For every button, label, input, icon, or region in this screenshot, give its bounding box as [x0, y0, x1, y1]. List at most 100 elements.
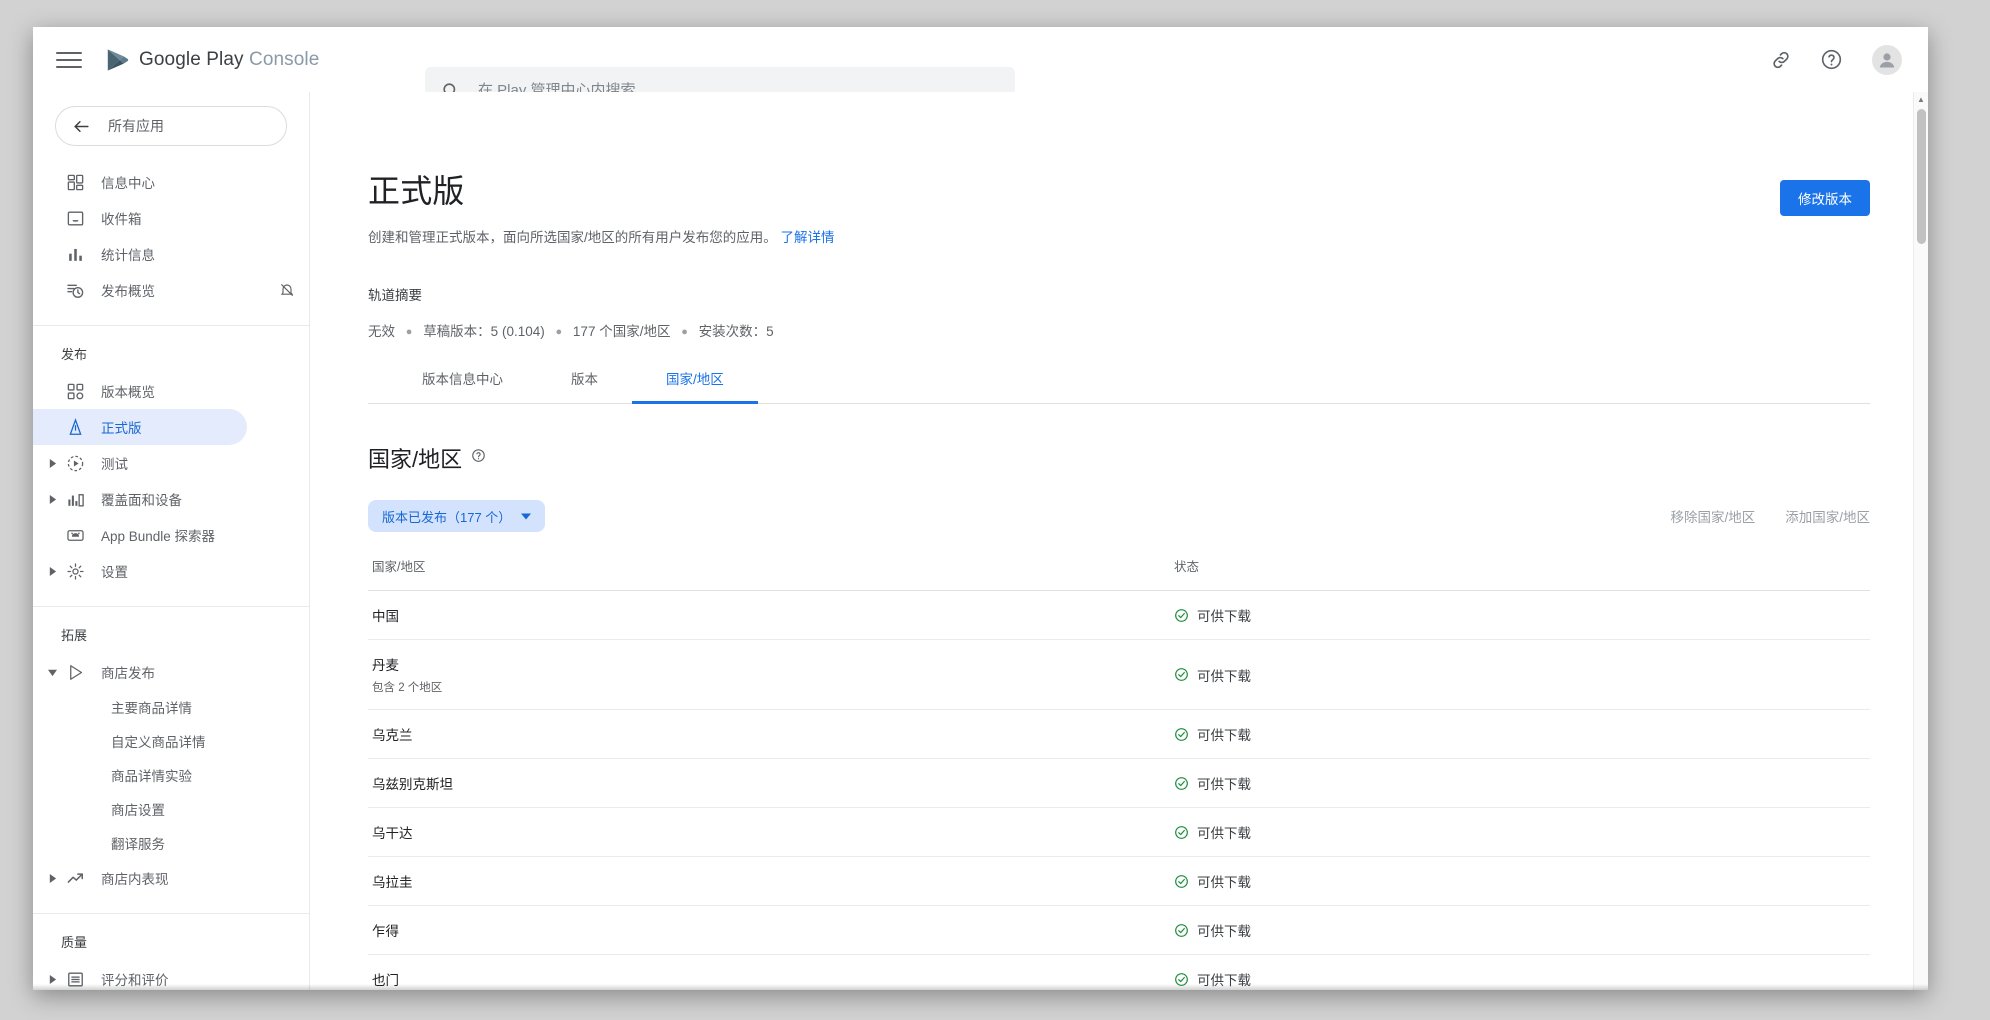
- scroll-up-arrow[interactable]: ▲: [1914, 92, 1928, 107]
- release-overview-icon: [61, 382, 89, 401]
- help-circle-icon[interactable]: [1818, 47, 1844, 73]
- sidebar-item-label: 收件箱: [101, 212, 142, 227]
- edit-release-button[interactable]: 修改版本: [1780, 180, 1870, 216]
- bottom-shadow: [33, 984, 1928, 990]
- table-row[interactable]: 乌拉圭 可供下载: [368, 856, 1870, 906]
- cell-status: 可供下载: [1170, 590, 1870, 640]
- tab-releases[interactable]: 版本: [537, 368, 632, 403]
- table-row[interactable]: 乍得 可供下载: [368, 905, 1870, 955]
- track-summary-status: 无效: [368, 324, 395, 339]
- table-row[interactable]: 乌克兰 可供下载: [368, 709, 1870, 759]
- sidebar-item-store-settings[interactable]: 商店设置: [33, 792, 309, 826]
- table-row[interactable]: 丹麦 包含 2 个地区 可供下载: [368, 639, 1870, 710]
- cell-status: 可供下载: [1170, 856, 1870, 906]
- sidebar-item-store-listing-experiments[interactable]: 商品详情实验: [33, 758, 309, 792]
- account-avatar-icon[interactable]: [1872, 44, 1902, 75]
- publishing-overview-icon: [61, 281, 89, 300]
- nav-group-main: 信息中心 收件箱 统计信息 发布概览: [33, 164, 309, 317]
- sidebar-item-label: 自定义商品详情: [111, 735, 206, 750]
- sidebar-item-store-presence[interactable]: 商店发布: [33, 654, 309, 690]
- sidebar-navigation: 所有应用 信息中心 收件箱 统计信息 发布概览 发布 版本概览 正式版 测试 覆…: [33, 92, 310, 990]
- arrow-left-icon: [74, 120, 89, 132]
- sidebar-item-store-performance[interactable]: 商店内表现: [33, 860, 309, 896]
- sidebar-item-main-store-listing[interactable]: 主要商品详情: [33, 690, 309, 724]
- status-text: 可供下载: [1197, 609, 1251, 624]
- inbox-icon: [61, 209, 89, 228]
- remove-countries-link[interactable]: 移除国家/地区: [1670, 506, 1755, 526]
- column-header-country: 国家/地区: [368, 556, 1170, 591]
- help-circle-icon[interactable]: [471, 448, 486, 468]
- status-text: 可供下载: [1197, 728, 1251, 743]
- country-name: 乌克兰: [372, 728, 413, 743]
- sidebar-item-label: 商店内表现: [101, 872, 169, 887]
- chevron-right-icon[interactable]: [43, 566, 61, 576]
- check-circle-icon: [1175, 727, 1188, 741]
- store-presence-icon: [61, 663, 89, 682]
- browser-window: Google Play Console 在 Play 管理中心内搜索 所有应用 …: [33, 27, 1928, 990]
- section-header: 国家/地区: [368, 442, 1870, 474]
- google-play-icon: [107, 48, 129, 71]
- sidebar-item-publishing-overview[interactable]: 发布概览: [33, 272, 309, 308]
- brand-text: Google Play Console: [139, 49, 319, 71]
- sidebar-item-production[interactable]: 正式版: [33, 409, 247, 445]
- check-circle-icon: [1175, 668, 1188, 681]
- chevron-right-icon[interactable]: [43, 873, 61, 883]
- link-icon[interactable]: [1768, 47, 1794, 73]
- sidebar-item-label: 设置: [101, 565, 128, 580]
- sidebar-item-testing[interactable]: 测试: [33, 445, 309, 481]
- release-published-filter-chip[interactable]: 版本已发布（177 个）: [368, 500, 546, 532]
- sidebar-item-label: App Bundle 探索器: [101, 529, 216, 544]
- track-summary-installs: 安装次数：5: [698, 324, 774, 339]
- table-row[interactable]: 乌干达 可供下载: [368, 807, 1870, 857]
- sidebar-item-app-bundle-explorer[interactable]: App Bundle 探索器: [33, 517, 309, 553]
- cell-status: 可供下载: [1170, 758, 1870, 808]
- track-summary-countries: 177 个国家/地区: [572, 324, 671, 339]
- nav-heading-quality: 质量: [61, 935, 88, 950]
- tab-release-dashboard[interactable]: 版本信息中心: [388, 368, 537, 403]
- reach-devices-icon: [61, 490, 89, 509]
- trending-up-icon: [61, 869, 89, 888]
- add-countries-link[interactable]: 添加国家/地区: [1785, 506, 1870, 526]
- table-header-row: 国家/地区 状态: [368, 556, 1870, 591]
- all-apps-button[interactable]: 所有应用: [55, 106, 287, 146]
- window-body: 所有应用 信息中心 收件箱 统计信息 发布概览 发布 版本概览 正式版 测试 覆…: [33, 92, 1928, 990]
- cell-status: 可供下载: [1170, 905, 1870, 955]
- top-bar-actions: [1768, 27, 1902, 92]
- check-circle-icon: [1175, 923, 1188, 937]
- notifications-off-icon[interactable]: [279, 282, 295, 298]
- hamburger-icon[interactable]: [56, 47, 82, 73]
- sidebar-item-settings[interactable]: 设置: [33, 553, 309, 589]
- sidebar-item-dashboard[interactable]: 信息中心: [33, 164, 309, 200]
- separator-dot: ●: [555, 326, 563, 338]
- sidebar-item-label: 版本概览: [101, 385, 155, 400]
- sidebar-item-label: 商店发布: [101, 666, 155, 681]
- chevron-right-icon[interactable]: [43, 458, 61, 468]
- chevron-right-icon[interactable]: [43, 974, 61, 984]
- chevron-right-icon[interactable]: [43, 494, 61, 504]
- sidebar-item-reach-and-devices[interactable]: 覆盖面和设备: [33, 481, 309, 517]
- learn-more-link[interactable]: 了解详情: [781, 230, 835, 245]
- scrollbar-thumb[interactable]: [1917, 109, 1926, 244]
- sidebar-item-statistics[interactable]: 统计信息: [33, 236, 309, 272]
- status-badge: 可供下载: [1174, 822, 1870, 842]
- chevron-down-icon[interactable]: [43, 668, 61, 677]
- brand-logo[interactable]: Google Play Console: [104, 47, 319, 73]
- sidebar-item-custom-store-listings[interactable]: 自定义商品详情: [33, 724, 309, 758]
- sidebar-item-release-overview[interactable]: 版本概览: [33, 373, 309, 409]
- sidebar-item-inbox[interactable]: 收件箱: [33, 200, 309, 236]
- tab-countries-regions[interactable]: 国家/地区: [632, 368, 758, 404]
- table-row[interactable]: 乌兹别克斯坦 可供下载: [368, 758, 1870, 808]
- main-content: 正式版 创建和管理正式版本，面向所选国家/地区的所有用户发布您的应用。 了解详情…: [310, 92, 1928, 990]
- sidebar-item-label: 发布概览: [101, 284, 155, 299]
- sidebar-item-label: 测试: [101, 457, 128, 472]
- vertical-scrollbar[interactable]: ▲: [1913, 92, 1928, 990]
- status-badge: 可供下载: [1174, 920, 1870, 940]
- country-note: 包含 2 个地区: [372, 682, 443, 694]
- page-subtitle-text: 创建和管理正式版本，面向所选国家/地区的所有用户发布您的应用。: [368, 230, 777, 245]
- table-row[interactable]: 中国 可供下载: [368, 590, 1870, 640]
- main-inner: 正式版 创建和管理正式版本，面向所选国家/地区的所有用户发布您的应用。 了解详情…: [310, 92, 1928, 990]
- status-text: 可供下载: [1197, 668, 1251, 684]
- sidebar-item-translation-service[interactable]: 翻译服务: [33, 826, 309, 860]
- chevron-down-icon: [521, 513, 532, 520]
- table-actions: 移除国家/地区 添加国家/地区: [1670, 506, 1870, 526]
